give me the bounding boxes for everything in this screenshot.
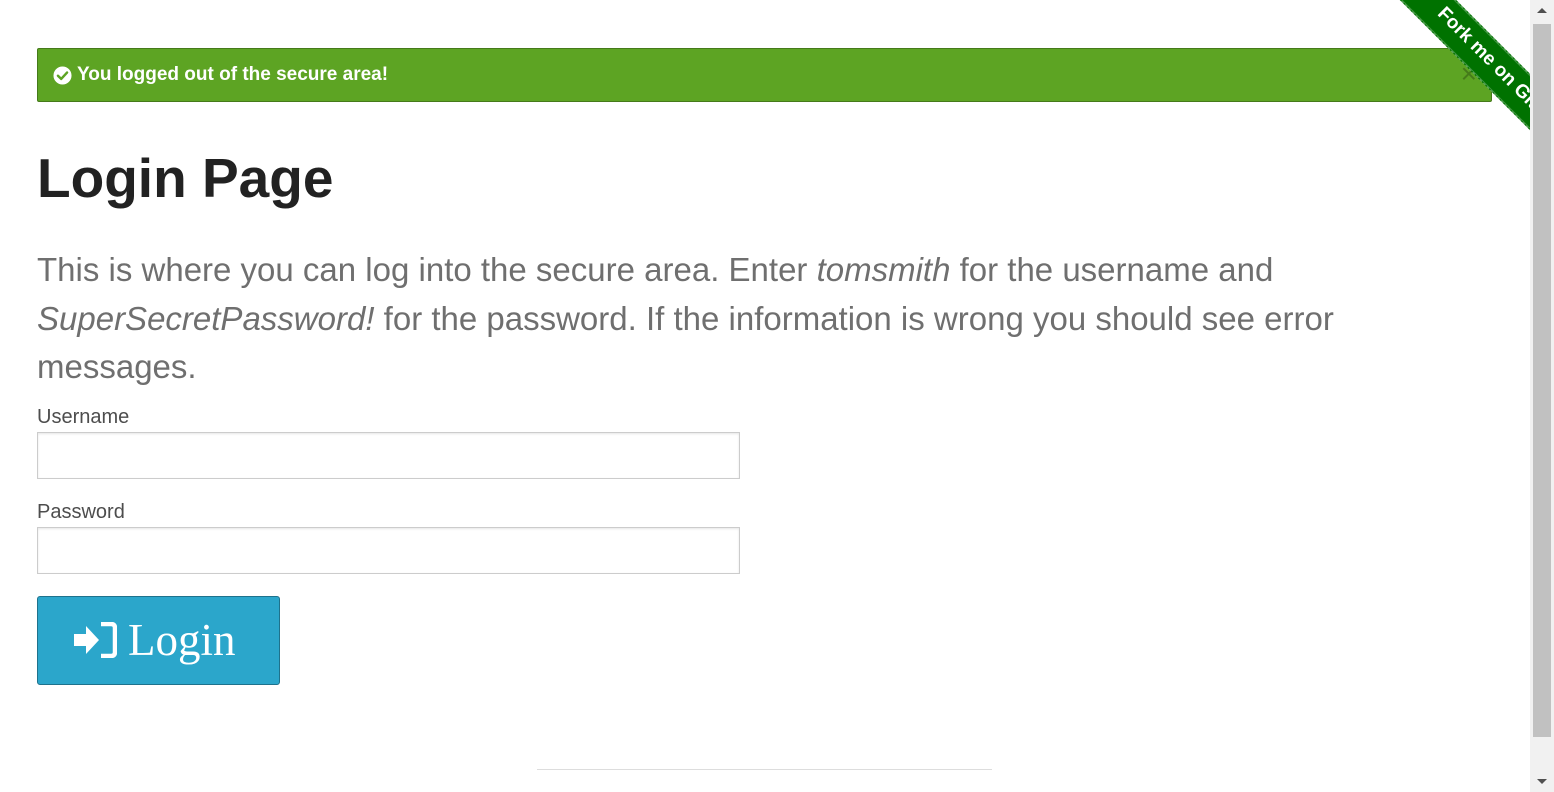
instructions-middle: for the username and bbox=[950, 251, 1274, 288]
fork-me-github-ribbon[interactable]: Fork me on GitHub bbox=[1379, 0, 1530, 193]
scroll-up-arrow-icon[interactable] bbox=[1530, 0, 1554, 22]
page-title: Login Page bbox=[37, 147, 334, 209]
password-label: Password bbox=[37, 501, 125, 523]
flash-text: You logged out of the secure area! bbox=[77, 64, 389, 85]
browser-viewport: You logged out of the secure area! × Log… bbox=[0, 0, 1554, 792]
footer-divider bbox=[537, 769, 992, 770]
scroll-down-arrow-icon[interactable] bbox=[1530, 770, 1554, 792]
login-button[interactable]: Login bbox=[37, 596, 280, 685]
username-hint: tomsmith bbox=[816, 251, 951, 288]
sign-in-icon bbox=[74, 622, 117, 658]
flash-success-message: You logged out of the secure area! × bbox=[37, 48, 1492, 102]
vertical-scrollbar[interactable] bbox=[1530, 0, 1554, 792]
check-circle-icon bbox=[53, 66, 72, 85]
login-button-label: Login bbox=[128, 615, 236, 665]
instructions-prefix: This is where you can log into the secur… bbox=[37, 251, 817, 288]
github-ribbon-container: Fork me on GitHub bbox=[1320, 0, 1530, 210]
page-instructions: This is where you can log into the secur… bbox=[37, 246, 1467, 392]
password-hint: SuperSecretPassword! bbox=[37, 299, 375, 337]
scrollbar-thumb[interactable] bbox=[1533, 24, 1551, 737]
username-input[interactable] bbox=[37, 432, 740, 479]
username-label: Username bbox=[37, 406, 130, 428]
password-input[interactable] bbox=[37, 527, 740, 574]
